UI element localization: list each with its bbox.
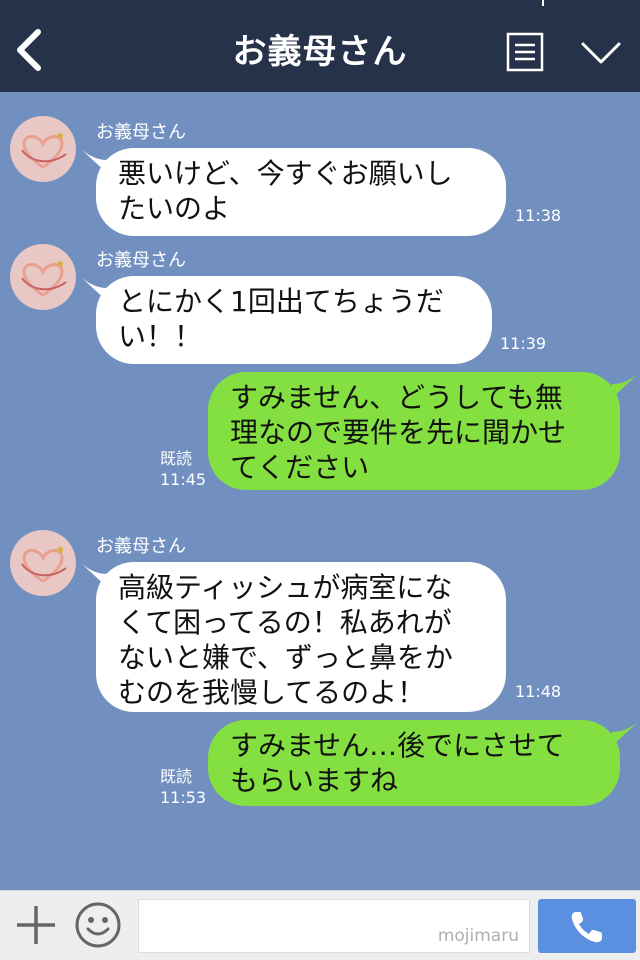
message-line: くて困ってるの！私あれが [118, 606, 452, 639]
message-line: すみません…後でにさせて [230, 729, 565, 762]
message-line: すみません、どうしても無 [230, 381, 563, 414]
menu-icon[interactable] [506, 32, 544, 72]
message-bubble-incoming[interactable]: 高級ティッシュが病室にな くて困ってるの！私あれが ないと嫌で、ずっと鼻をか む… [96, 562, 506, 712]
sender-name: お義母さん [96, 122, 186, 143]
message-time: 11:39 [500, 334, 547, 353]
chat-area[interactable]: お義母さん 悪いけど、今すぐお願いし たいのよ 11:38 お義母さん とにかく… [0, 92, 640, 890]
read-receipt: 既読 11:53 [160, 766, 206, 808]
message-line: ないと嫌で、ずっと鼻をか [118, 641, 453, 674]
heart-avatar-icon [21, 547, 67, 583]
sender-name: お義母さん [96, 536, 186, 557]
message-line: とにかく1回出てちょうだ [118, 285, 444, 318]
input-bar: mojimaru [0, 890, 640, 960]
bubble-tail [612, 722, 638, 746]
message-time: 11:53 [160, 788, 207, 807]
message-bubble-outgoing[interactable]: すみません…後でにさせて もらいますね [208, 720, 620, 806]
message-input[interactable]: mojimaru [138, 899, 530, 953]
chat-header: お義母さん [0, 0, 640, 92]
read-receipt: 既読 11:45 [160, 448, 206, 490]
message-line: 理なので要件を先に聞かせ [230, 416, 567, 449]
chat-title: お義母さん [232, 32, 408, 72]
message-bubble-incoming[interactable]: 悪いけど、今すぐお願いし たいのよ [96, 148, 506, 236]
message-line: もらいますね [230, 764, 399, 797]
smile-icon[interactable] [74, 901, 122, 949]
message-line: 悪いけど、今すぐお願いし [118, 157, 453, 190]
status-notch [542, 0, 544, 6]
call-button[interactable] [538, 899, 636, 953]
read-label: 既読 [160, 767, 193, 786]
heart-avatar-icon [21, 133, 67, 169]
message-time: 11:38 [515, 206, 562, 225]
message-line: むのを我慢してるのよ！ [118, 676, 426, 709]
message-time: 11:48 [515, 682, 562, 701]
plus-icon[interactable] [14, 903, 58, 947]
heart-avatar-icon [21, 261, 67, 297]
message-bubble-outgoing[interactable]: すみません、どうしても無 理なので要件を先に聞かせ てください [208, 372, 620, 490]
read-label: 既読 [160, 449, 193, 468]
sender-name: お義母さん [96, 250, 186, 271]
message-line: てください [230, 451, 370, 484]
avatar[interactable] [10, 530, 76, 596]
phone-icon [571, 912, 602, 943]
message-time: 11:45 [160, 470, 207, 489]
chevron-down-icon[interactable] [580, 40, 622, 66]
avatar[interactable] [10, 116, 76, 182]
bubble-tail [612, 374, 638, 398]
message-bubble-incoming[interactable]: とにかく1回出てちょうだ い！！ [96, 276, 492, 364]
watermark: mojimaru [437, 926, 519, 946]
avatar[interactable] [10, 244, 76, 310]
message-line: い！！ [118, 320, 203, 353]
message-line: 高級ティッシュが病室にな [118, 571, 453, 604]
message-line: たいのよ [118, 192, 231, 225]
